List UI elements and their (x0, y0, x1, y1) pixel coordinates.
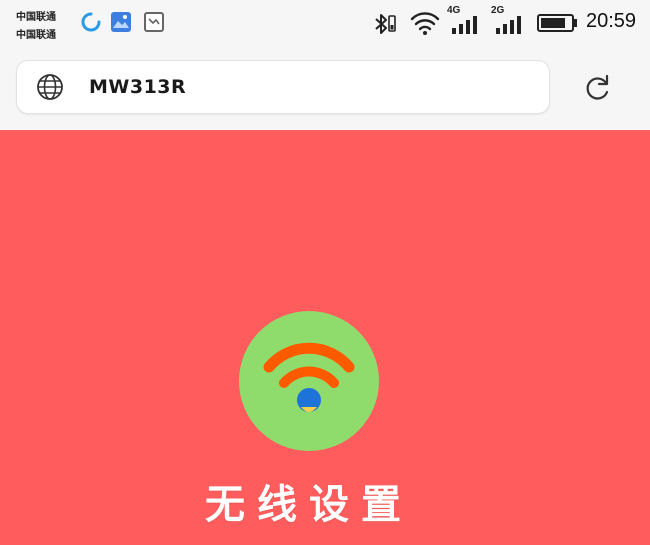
address-bar[interactable]: MW313R (16, 60, 550, 114)
cell-signal-4g-icon (452, 16, 477, 34)
carrier-label-1: 中国联通 (16, 12, 56, 23)
loading-icon (81, 12, 101, 32)
reload-icon (586, 74, 609, 100)
wifi-logo-icon (239, 311, 379, 451)
network-4g-label: 4G (447, 5, 461, 16)
globe-icon (37, 74, 63, 100)
page-heading: 无线设置 (205, 481, 413, 528)
wifi-signal-icon (410, 12, 440, 35)
reload-button[interactable] (580, 70, 616, 106)
status-clock: 20:59 (586, 10, 637, 32)
gallery-icon (111, 12, 131, 32)
cell-signal-2g-icon (496, 16, 521, 34)
url-text[interactable]: MW313R (89, 76, 186, 98)
network-2g-label: 2G (491, 5, 505, 16)
image-icon (144, 12, 164, 32)
status-bar: 中国联通 中国联通 4G 2G 20:59 (0, 0, 650, 48)
carrier-label-2: 中国联通 (16, 30, 56, 41)
battery-icon (537, 14, 577, 32)
browser-toolbar: MW313R (0, 48, 650, 130)
bluetooth-icon (375, 14, 396, 34)
main-content: 无线设置 (0, 130, 650, 545)
